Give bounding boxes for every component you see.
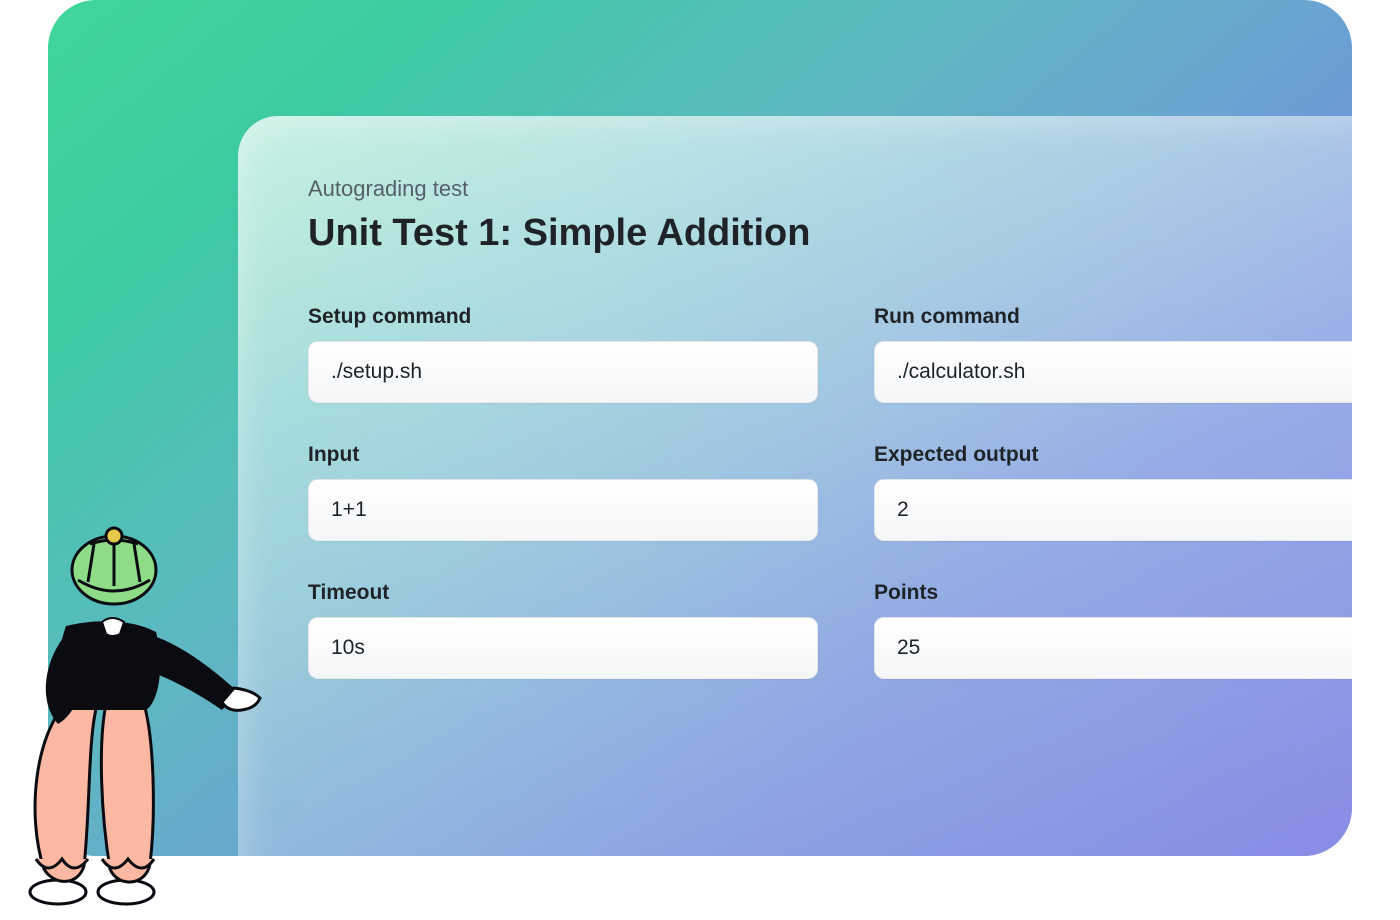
autograding-test-panel: Autograding test Unit Test 1: Simple Add… <box>238 116 1352 856</box>
field-run-command: Run command ./calculator.sh <box>874 305 1352 403</box>
input-label: Input <box>308 443 818 467</box>
section-label: Autograding test <box>308 176 1352 202</box>
setup-command-label: Setup command <box>308 305 818 329</box>
field-timeout: Timeout 10s <box>308 581 818 679</box>
timeout-label: Timeout <box>308 581 818 605</box>
run-command-label: Run command <box>874 305 1352 329</box>
field-setup-command: Setup command ./setup.sh <box>308 305 818 403</box>
person-illustration-icon <box>6 514 266 914</box>
expected-output-input[interactable]: 2 <box>874 479 1352 541</box>
field-points: Points 25 <box>874 581 1352 679</box>
points-label: Points <box>874 581 1352 605</box>
run-command-input[interactable]: ./calculator.sh <box>874 341 1352 403</box>
setup-command-input[interactable]: ./setup.sh <box>308 341 818 403</box>
field-expected-output: Expected output 2 <box>874 443 1352 541</box>
timeout-input[interactable]: 10s <box>308 617 818 679</box>
expected-output-label: Expected output <box>874 443 1352 467</box>
field-input: Input 1+1 <box>308 443 818 541</box>
form-grid: Setup command ./setup.sh Run command ./c… <box>308 305 1352 679</box>
input-input[interactable]: 1+1 <box>308 479 818 541</box>
page-title: Unit Test 1: Simple Addition <box>308 212 1352 255</box>
points-input[interactable]: 25 <box>874 617 1352 679</box>
